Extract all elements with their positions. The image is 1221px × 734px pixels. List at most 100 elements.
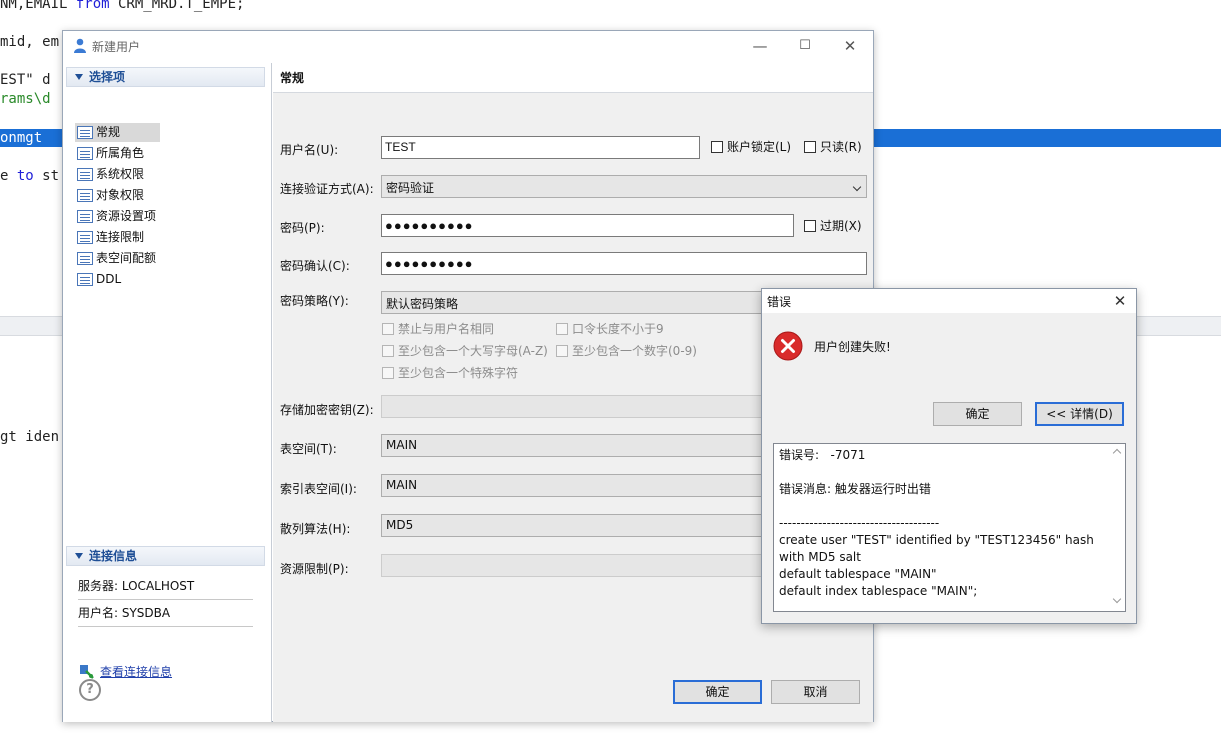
checkbox-box [382, 345, 394, 357]
code-line: gt iden [0, 429, 60, 445]
code-line: e to st [0, 168, 60, 184]
auth-method-select[interactable]: 密码验证 [381, 175, 867, 198]
confirm-password-input[interactable]: ●●●●●●●●●● [381, 252, 867, 275]
checkbox-box [804, 220, 816, 232]
select-value: 密码验证 [386, 181, 435, 195]
checkbox-box [382, 367, 394, 379]
checkbox-box [556, 323, 568, 335]
resource-limit-label: 资源限制(P): [280, 562, 349, 576]
nav-item-label: DDL [96, 272, 122, 286]
error-ok-button[interactable]: 确定 [933, 402, 1022, 426]
checkbox-label: 至少包含一个数字(0-9) [572, 344, 697, 358]
collapse-triangle-icon [75, 74, 83, 80]
details-line: 错误号: -7071 [779, 448, 866, 462]
section-title: 连接信息 [89, 549, 138, 563]
nav-item-label: 表空间配额 [96, 251, 157, 265]
cancel-button[interactable]: 取消 [771, 680, 860, 704]
error-details-textarea[interactable]: 错误号: -7071 错误消息: 触发器运行时出错 --------------… [773, 443, 1126, 612]
policy-min-length-checkbox[interactable]: 口令长度不小于9 [556, 322, 664, 336]
password-input[interactable]: ●●●●●●●●●● [381, 214, 794, 237]
dialog-titlebar[interactable]: 新建用户 — ☐ ✕ [63, 31, 873, 61]
error-dialog-title: 错误 [767, 295, 792, 309]
password-label: 密码(P): [280, 221, 325, 235]
form-icon [77, 273, 93, 286]
expired-checkbox[interactable]: 过期(X) [804, 219, 862, 233]
nav-item-roles[interactable]: 所属角色 [75, 144, 144, 163]
details-line [779, 464, 1120, 481]
checkbox-label: 账户锁定(L) [727, 140, 792, 154]
error-dialog: 错误 ✕ 用户创建失败! 确定 << 详情(D) 错误号: -7071 错误消息… [761, 288, 1137, 624]
index-tablespace-label: 索引表空间(I): [280, 482, 357, 496]
nav-item-label: 对象权限 [96, 188, 145, 202]
checkbox-box [711, 141, 723, 153]
auth-method-label: 连接验证方式(A): [280, 182, 374, 196]
nav-item-system-privileges[interactable]: 系统权限 [75, 165, 144, 184]
checkbox-box [804, 141, 816, 153]
panel-title: 常规 [273, 63, 873, 93]
password-policy-label: 密码策略(Y): [280, 294, 349, 308]
checkbox-label: 只读(R) [820, 140, 862, 154]
user-info: 用户名: SYSDBA [78, 604, 253, 627]
close-button[interactable]: ✕ [1110, 290, 1130, 312]
nav-item-label: 资源设置项 [96, 209, 157, 223]
error-message: 用户创建失败! [814, 340, 891, 354]
code-line: EST" d [0, 72, 51, 88]
chevron-down-icon [852, 182, 862, 192]
link-label: 查看连接信息 [100, 665, 173, 679]
form-icon [77, 210, 93, 223]
close-button[interactable]: ✕ [837, 34, 863, 58]
options-section-header[interactable]: 选择项 [66, 67, 265, 87]
error-dialog-titlebar[interactable]: 错误 ✕ [762, 289, 1136, 313]
username-input[interactable]: TEST [381, 136, 700, 159]
select-value: MD5 [386, 518, 414, 532]
policy-uppercase-checkbox[interactable]: 至少包含一个大写字母(A-Z) [382, 344, 548, 358]
details-line: default index tablespace "MAIN"; [779, 584, 978, 598]
view-connection-info-link[interactable]: 查看连接信息 [78, 663, 172, 680]
confirm-password-label: 密码确认(C): [280, 259, 350, 273]
nav-item-connection-limits[interactable]: 连接限制 [75, 228, 144, 247]
select-value: 默认密码策略 [386, 297, 459, 311]
details-line: 错误消息: 触发器运行时出错 [779, 482, 931, 496]
username-label: 用户名(U): [280, 143, 339, 157]
nav-item-resource-settings[interactable]: 资源设置项 [75, 207, 156, 226]
checkbox-label: 至少包含一个特殊字符 [398, 366, 519, 380]
checkbox-label: 至少包含一个大写字母(A-Z) [398, 344, 548, 358]
scroll-up-icon[interactable] [1112, 448, 1122, 458]
connection-section-header[interactable]: 连接信息 [66, 546, 265, 566]
code-line: NM,EMAIL from CRM_MRD.T_EMPE; [0, 0, 245, 12]
scroll-down-icon[interactable] [1112, 594, 1122, 604]
nav-item-object-privileges[interactable]: 对象权限 [75, 186, 144, 205]
maximize-button[interactable]: ☐ [792, 34, 818, 58]
dialog-title: 新建用户 [92, 40, 141, 54]
code-line: mid, em [0, 34, 60, 50]
nav-item-label: 系统权限 [96, 167, 145, 181]
checkbox-label: 禁止与用户名相同 [398, 322, 495, 336]
account-lock-checkbox[interactable]: 账户锁定(L) [711, 140, 791, 154]
server-info: 服务器: LOCALHOST [78, 577, 253, 600]
policy-digit-checkbox[interactable]: 至少包含一个数字(0-9) [556, 344, 697, 358]
details-line: create user "TEST" identified by "TEST12… [779, 533, 1098, 564]
details-scrollbar[interactable] [1110, 444, 1125, 611]
form-icon [77, 252, 93, 265]
details-line [779, 498, 1120, 515]
nav-item-label: 常规 [96, 125, 121, 139]
checkbox-label: 口令长度不小于9 [572, 322, 664, 336]
nav-item-general[interactable]: 常规 [75, 123, 160, 142]
ok-button[interactable]: 确定 [673, 680, 762, 704]
help-icon[interactable]: ? [79, 679, 101, 701]
readonly-checkbox[interactable]: 只读(R) [804, 140, 862, 154]
section-title: 选择项 [89, 70, 126, 84]
error-icon [773, 331, 803, 361]
connection-icon [80, 665, 94, 679]
code-line-highlighted: onmgt [0, 130, 43, 146]
form-icon [77, 189, 93, 202]
nav-item-label: 连接限制 [96, 230, 145, 244]
checkbox-box [556, 345, 568, 357]
policy-no-username-checkbox[interactable]: 禁止与用户名相同 [382, 322, 494, 336]
policy-special-char-checkbox[interactable]: 至少包含一个特殊字符 [382, 366, 518, 380]
minimize-button[interactable]: — [747, 34, 773, 58]
checkbox-label: 过期(X) [820, 219, 862, 233]
details-button[interactable]: << 详情(D) [1035, 402, 1124, 426]
nav-item-ddl[interactable]: DDL [75, 270, 121, 289]
nav-item-tablespace-quota[interactable]: 表空间配额 [75, 249, 156, 268]
